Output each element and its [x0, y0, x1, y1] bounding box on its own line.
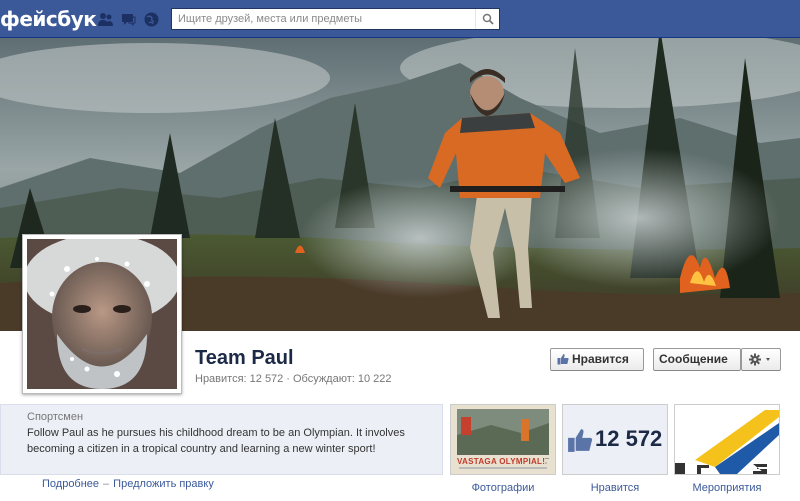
talking-about-stat: Обсуждают: 10 222 — [292, 373, 392, 385]
notifications-icon[interactable] — [143, 11, 160, 28]
page-category: Спортсмен — [27, 411, 84, 423]
chevron-down-icon — [766, 358, 770, 361]
search-icon — [482, 13, 494, 25]
thumbs-up-icon — [557, 354, 569, 365]
page-description: Follow Paul as he pursues his childhood … — [27, 427, 405, 455]
like-button-label: Нравится — [572, 352, 629, 366]
messages-icon[interactable] — [120, 11, 137, 28]
gear-icon — [749, 353, 770, 366]
profile-picture[interactable] — [22, 234, 182, 394]
about-box: Спортсмен Follow Paul as he pursues his … — [0, 404, 443, 475]
photos-caption: VASTAGA OLYMPIAL! — [457, 457, 546, 466]
top-bar: фейсбук — [0, 0, 800, 38]
app-photos-label[interactable]: Фотографии — [450, 482, 556, 494]
settings-button[interactable] — [741, 348, 781, 371]
suggest-edit-link[interactable]: Предложить правку — [113, 478, 214, 490]
app-likes-label[interactable]: Нравится — [562, 482, 668, 494]
link-separator: – — [103, 478, 110, 490]
search-input[interactable] — [172, 9, 472, 29]
stats-separator: · — [286, 373, 290, 385]
search-box — [171, 8, 500, 30]
app-events-label[interactable]: Мероприятия — [674, 482, 780, 494]
app-likes[interactable]: 12 572 — [562, 404, 668, 475]
page-title[interactable]: Team Paul — [195, 347, 294, 370]
app-events[interactable] — [674, 404, 780, 475]
friend-requests-icon[interactable] — [97, 11, 114, 28]
facebook-logo[interactable]: фейсбук — [0, 7, 97, 31]
events-thumbnail — [675, 405, 779, 474]
page-stats: Нравится: 12 572 · Обсуждают: 10 222 — [195, 373, 392, 385]
likes-stat[interactable]: Нравится: 12 572 — [195, 373, 283, 385]
search-button[interactable] — [475, 9, 499, 29]
like-button[interactable]: Нравится — [550, 348, 644, 371]
likes-count: 12 572 — [595, 426, 663, 451]
message-button[interactable]: Сообщение — [653, 348, 741, 371]
about-links: Подробнее – Предложить правку — [42, 478, 214, 490]
more-link[interactable]: Подробнее — [42, 478, 99, 490]
app-photos[interactable]: VASTAGA OLYMPIAL! — [450, 404, 556, 475]
thumbs-up-icon — [568, 429, 593, 452]
